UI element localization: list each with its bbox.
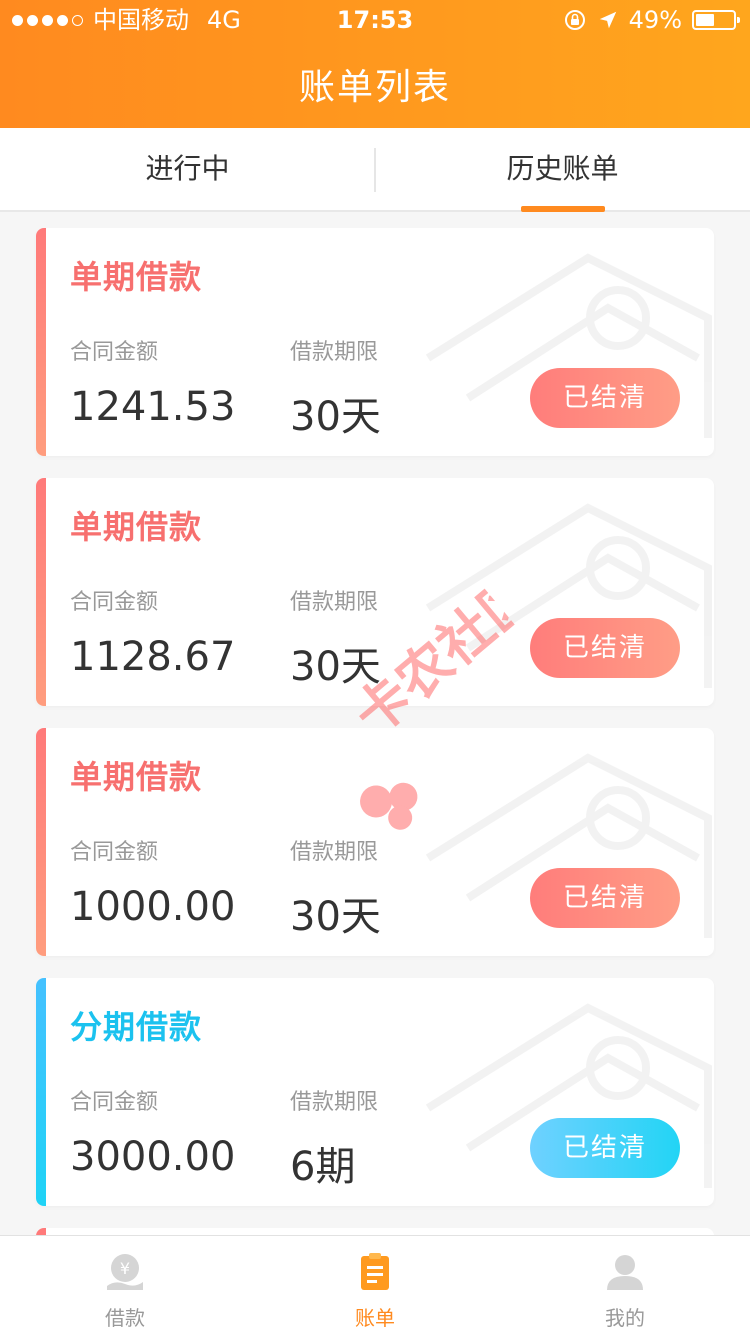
bill-card[interactable]: 单期借款 合同金额 借款期限 1241.53 30天 已结清 <box>36 228 714 456</box>
term-label: 借款期限 <box>290 840 379 865</box>
card-accent-stripe <box>36 478 46 706</box>
contract-amount: 1128.67 <box>70 634 236 680</box>
active-tab-indicator <box>521 206 605 212</box>
term-label: 借款期限 <box>290 1090 379 1115</box>
orientation-lock-icon <box>564 10 585 30</box>
bill-card[interactable]: 分期借款 合同金额 借款期限 3000.00 6期 已结清 <box>36 978 714 1206</box>
bill-clipboard-icon <box>361 1253 389 1290</box>
amount-label: 合同金额 <box>70 840 159 865</box>
settled-status-button[interactable]: 已结清 <box>530 618 680 678</box>
header: 中国移动 4G 17:53 49% 账单列表 <box>0 0 750 128</box>
tabbar-item-bill[interactable]: 账单 <box>250 1236 500 1334</box>
bottom-tab-bar: ¥ 借款 账单 我的 <box>0 1235 750 1334</box>
tab-in-progress[interactable]: 进行中 <box>0 128 375 210</box>
yen-coin-icon: ¥ <box>107 1254 143 1290</box>
bill-card[interactable]: 单期借款 合同金额 借款期限 1128.67 30天 已结清 <box>36 478 714 706</box>
card-accent-stripe <box>36 228 46 456</box>
amount-label: 合同金额 <box>70 590 159 615</box>
loan-term: 30天 <box>290 644 381 690</box>
settled-status-button[interactable]: 已结清 <box>530 1118 680 1178</box>
loan-type-title: 分期借款 <box>70 1008 203 1046</box>
battery-icon <box>692 10 740 30</box>
user-profile-icon <box>607 1255 643 1290</box>
tabbar-item-loan[interactable]: ¥ 借款 <box>0 1236 250 1334</box>
amount-label: 合同金额 <box>70 340 159 365</box>
loan-type-title: 单期借款 <box>70 258 203 296</box>
contract-amount: 1241.53 <box>70 384 236 430</box>
tabbar-label: 借款 <box>105 1306 145 1330</box>
bill-card[interactable]: 单期借款 合同金额 借款期限 1000.00 30天 已结清 <box>36 728 714 956</box>
card-accent-stripe <box>36 978 46 1206</box>
loan-type-title: 单期借款 <box>70 758 203 796</box>
amount-label: 合同金额 <box>70 1090 159 1115</box>
battery-percent: 49% <box>628 6 682 34</box>
loan-type-title: 单期借款 <box>70 508 203 546</box>
page-title: 账单列表 <box>298 67 451 108</box>
svg-text:¥: ¥ <box>120 1259 130 1278</box>
term-label: 借款期限 <box>290 340 379 365</box>
contract-amount: 3000.00 <box>70 1134 236 1180</box>
card-accent-stripe <box>36 728 46 956</box>
tab-history[interactable]: 历史账单 <box>375 128 750 210</box>
tabbar-item-mine[interactable]: 我的 <box>500 1236 750 1334</box>
term-label: 借款期限 <box>290 590 379 615</box>
location-arrow-icon <box>599 11 616 29</box>
settled-status-button[interactable]: 已结清 <box>530 368 680 428</box>
bill-tabs: 进行中 历史账单 <box>0 128 750 212</box>
loan-term: 6期 <box>290 1144 356 1190</box>
loan-term: 30天 <box>290 894 381 940</box>
contract-amount: 1000.00 <box>70 884 236 930</box>
status-bar: 中国移动 4G 17:53 49% <box>0 0 750 40</box>
tabbar-label: 我的 <box>605 1306 645 1330</box>
settled-status-button[interactable]: 已结清 <box>530 868 680 928</box>
loan-term: 30天 <box>290 394 381 440</box>
tabbar-label: 账单 <box>355 1306 395 1330</box>
